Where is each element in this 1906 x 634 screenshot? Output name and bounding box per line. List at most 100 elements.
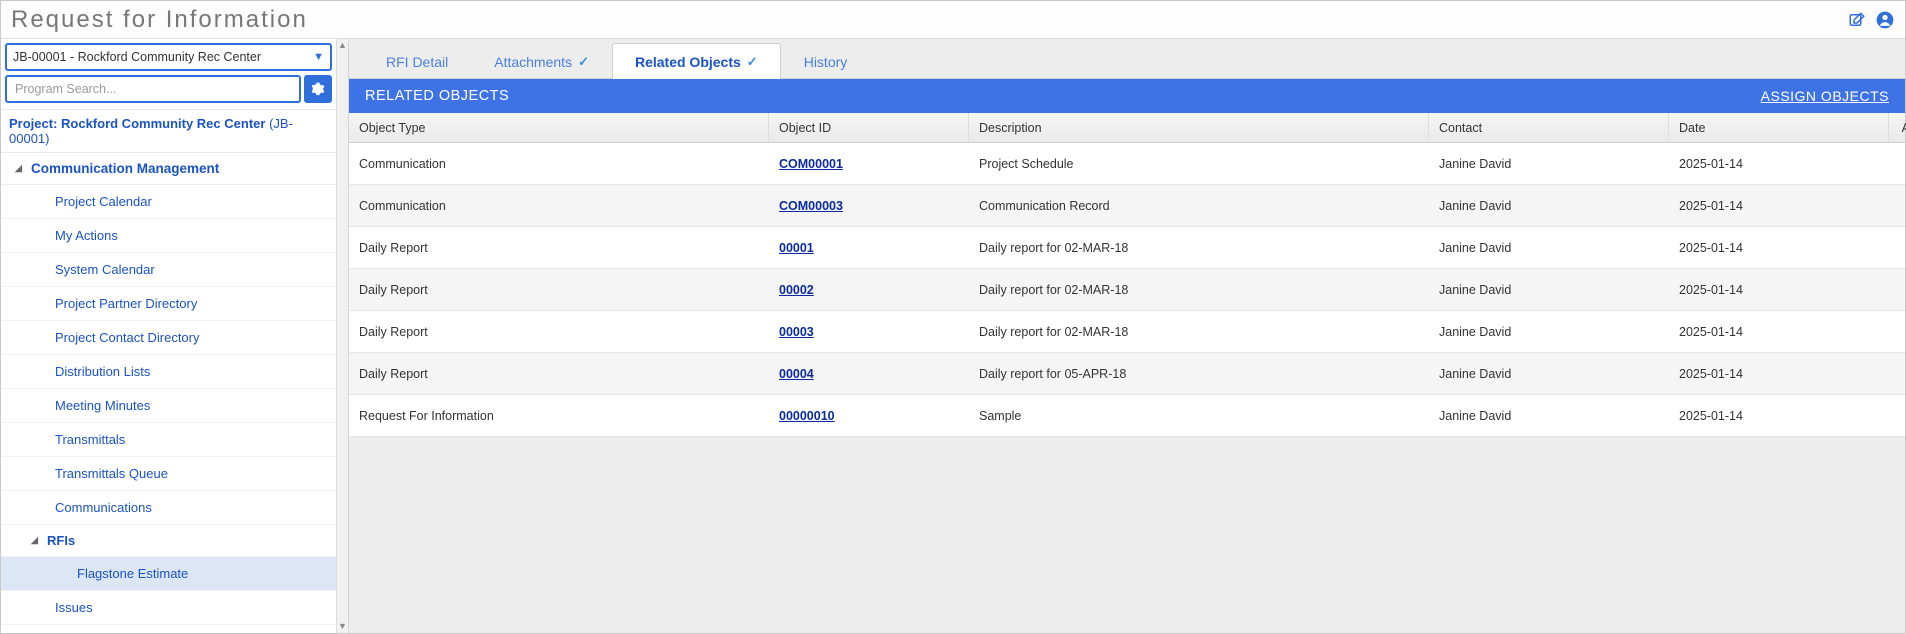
sidebar: JB-00001 - Rockford Community Rec Center… — [1, 39, 349, 633]
cell-description: Sample — [969, 409, 1429, 423]
cell-contact: Janine David — [1429, 199, 1669, 213]
check-icon: ✓ — [747, 54, 758, 70]
tab-label: Related Objects — [635, 54, 741, 70]
titlebar: Request for Information — [1, 1, 1905, 39]
tab-rfi-detail[interactable]: RFI Detail — [363, 43, 471, 79]
table-row: Communication COM00001 Project ScheduleJan… — [349, 143, 1905, 185]
table-row: Request For Information 00000010 SampleJan… — [349, 395, 1905, 437]
nav-item[interactable]: Transmittals Queue — [1, 457, 336, 491]
nav-item[interactable]: Communications — [1, 491, 336, 525]
cell-object-type: Daily Report — [349, 325, 769, 339]
cell-description: Daily report for 02-MAR-18 — [969, 241, 1429, 255]
cell-date: 2025-01-14 — [1669, 367, 1889, 381]
nav-item-issues[interactable]: Issues — [1, 591, 336, 625]
scroll-down-icon: ▼ — [338, 620, 347, 633]
cell-description: Daily report for 02-MAR-18 — [969, 283, 1429, 297]
triangle-down-icon: ◢ — [31, 535, 41, 546]
nav-item[interactable]: Meeting Minutes — [1, 389, 336, 423]
cell-contact: Janine David — [1429, 283, 1669, 297]
search-settings-button[interactable] — [304, 75, 332, 103]
cell-object-type: Daily Report — [349, 241, 769, 255]
col-object-id[interactable]: Object ID — [769, 113, 969, 142]
triangle-down-icon: ◢ — [15, 163, 25, 174]
cell-date: 2025-01-14 — [1669, 325, 1889, 339]
cell-object-type: Daily Report — [349, 367, 769, 381]
nav-group-communication-management[interactable]: ◢ Communication Management — [1, 153, 336, 185]
user-button[interactable] — [1871, 6, 1899, 34]
project-select-value: JB-00001 - Rockford Community Rec Center — [13, 50, 261, 64]
cell-description: Daily report for 02-MAR-18 — [969, 325, 1429, 339]
project-link-name: Project: Rockford Community Rec Center — [9, 116, 265, 131]
col-object-type[interactable]: Object Type — [349, 113, 769, 142]
pencil-square-icon — [1848, 11, 1866, 29]
nav-item[interactable]: Transmittals — [1, 423, 336, 457]
cell-date: 2025-01-14 — [1669, 157, 1889, 171]
cell-contact: Janine David — [1429, 367, 1669, 381]
tab-attachments[interactable]: Attachments ✓ — [471, 43, 612, 79]
project-link[interactable]: Project: Rockford Community Rec Center (… — [1, 109, 336, 153]
panel-title: RELATED OBJECTS — [365, 88, 509, 104]
nav-item[interactable]: My Actions — [1, 219, 336, 253]
table-row: Daily Report 00003 Daily report for 02-MAR… — [349, 311, 1905, 353]
col-action: Action — [1889, 113, 1906, 142]
app-window: Request for Information JB-00001 - Rockf… — [0, 0, 1906, 634]
cell-contact: Janine David — [1429, 325, 1669, 339]
object-id-link[interactable]: 00000010 — [779, 409, 835, 423]
object-id-link[interactable]: 00002 — [779, 283, 814, 297]
nav-item[interactable]: Project Partner Directory — [1, 287, 336, 321]
cell-contact: Janine David — [1429, 409, 1669, 423]
sidebar-scrollbar[interactable]: ▲ ▼ — [336, 39, 348, 633]
gear-icon — [311, 82, 325, 96]
assign-objects-link[interactable]: ASSIGN OBJECTS — [1761, 88, 1889, 104]
caret-down-icon: ▼ — [313, 51, 324, 63]
nav-tree: ◢ Communication Management Project Calen… — [1, 153, 336, 633]
nav-group-label: Communication Management — [31, 161, 219, 176]
cell-date: 2025-01-14 — [1669, 241, 1889, 255]
tab-label: History — [804, 54, 848, 70]
nav-item[interactable]: System Calendar — [1, 253, 336, 287]
tab-label: Attachments — [494, 54, 572, 70]
page-title: Request for Information — [11, 6, 1843, 34]
nav-item[interactable]: Distribution Lists — [1, 355, 336, 389]
cell-object-type: Communication — [349, 157, 769, 171]
project-select[interactable]: JB-00001 - Rockford Community Rec Center… — [5, 43, 332, 71]
nav-group-label: RFIs — [47, 533, 75, 548]
object-id-link[interactable]: 00003 — [779, 325, 814, 339]
tab-label: RFI Detail — [386, 54, 448, 70]
panel-header: RELATED OBJECTS ASSIGN OBJECTS — [349, 79, 1905, 113]
object-id-link[interactable]: 00004 — [779, 367, 814, 381]
table-row: Daily Report 00002 Daily report for 02-MAR… — [349, 269, 1905, 311]
shell: JB-00001 - Rockford Community Rec Center… — [1, 39, 1905, 633]
main-panel: RFI Detail Attachments ✓ Related Objects… — [349, 39, 1905, 633]
tab-bar: RFI Detail Attachments ✓ Related Objects… — [349, 39, 1905, 79]
tab-related-objects[interactable]: Related Objects ✓ — [612, 43, 781, 79]
cell-date: 2025-01-14 — [1669, 199, 1889, 213]
edit-button[interactable] — [1843, 6, 1871, 34]
related-objects-grid: Object Type Object ID Description Contac… — [349, 113, 1905, 437]
nav-item[interactable]: Project Calendar — [1, 185, 336, 219]
cell-object-type: Communication — [349, 199, 769, 213]
cell-description: Daily report for 05-APR-18 — [969, 367, 1429, 381]
nav-item-flagstone-estimate[interactable]: Flagstone Estimate — [1, 557, 336, 591]
grid-header-row: Object Type Object ID Description Contac… — [349, 113, 1905, 143]
tab-history[interactable]: History — [781, 43, 871, 79]
object-id-link[interactable]: 00001 — [779, 241, 814, 255]
object-id-link[interactable]: COM00001 — [779, 157, 843, 171]
cell-contact: Janine David — [1429, 157, 1669, 171]
col-contact[interactable]: Contact — [1429, 113, 1669, 142]
cell-description: Project Schedule — [969, 157, 1429, 171]
program-search-input[interactable] — [5, 75, 301, 103]
col-date[interactable]: Date — [1669, 113, 1889, 142]
table-row: Communication COM00003 Communication Recor… — [349, 185, 1905, 227]
nav-item[interactable]: Project Contact Directory — [1, 321, 336, 355]
col-description[interactable]: Description — [969, 113, 1429, 142]
cell-object-type: Request For Information — [349, 409, 769, 423]
object-id-link[interactable]: COM00003 — [779, 199, 843, 213]
cell-description: Communication Record — [969, 199, 1429, 213]
cell-contact: Janine David — [1429, 241, 1669, 255]
cell-date: 2025-01-14 — [1669, 283, 1889, 297]
cell-object-type: Daily Report — [349, 283, 769, 297]
table-row: Daily Report 00004 Daily report for 05-APR… — [349, 353, 1905, 395]
nav-group-rfis[interactable]: ◢ RFIs — [1, 525, 336, 557]
user-circle-icon — [1875, 10, 1895, 30]
